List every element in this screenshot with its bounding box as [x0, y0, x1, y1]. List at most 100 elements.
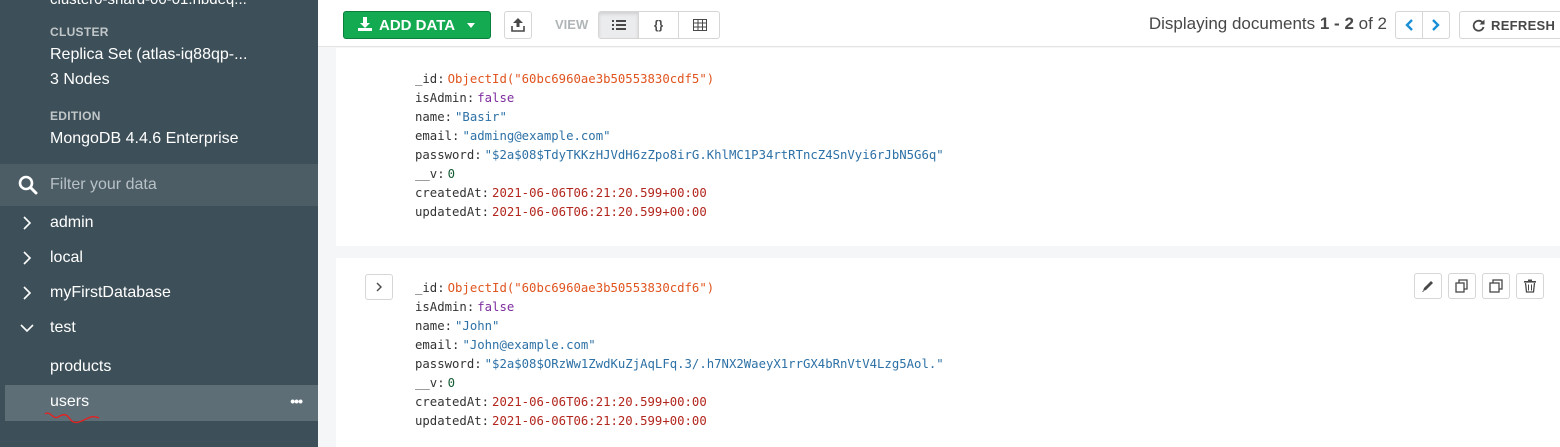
chevron-left-icon — [1405, 19, 1413, 31]
field-value: ObjectId("60bc6960ae3b50553830cdf6") — [447, 281, 715, 295]
document-field[interactable]: updatedAt: 2021-06-06T06:21:20.599+00:00 — [415, 412, 944, 431]
refresh-label: REFRESH — [1491, 18, 1556, 33]
view-switcher: {} — [598, 11, 720, 39]
copy-icon — [1455, 279, 1468, 293]
document-field[interactable]: _id: ObjectId("60bc6960ae3b50553830cdf6") — [415, 279, 944, 298]
document-card[interactable]: _id: ObjectId("60bc6960ae3b50553830cdf5")… — [336, 48, 1560, 246]
field-value: "Basir" — [455, 110, 507, 124]
displaying-prefix: Displaying documents — [1148, 14, 1320, 33]
sidebar-item-label: test — [50, 319, 76, 336]
caret-down-icon — [467, 23, 475, 28]
chevron-right-icon — [23, 216, 32, 230]
nodes-count: 3 Nodes — [50, 71, 110, 88]
sidebar-item-myfirstdatabase[interactable]: myFirstDatabase — [0, 277, 318, 311]
view-label: VIEW — [555, 17, 589, 32]
field-colon: : — [474, 357, 482, 371]
sidebar-item-test[interactable]: test — [0, 312, 318, 346]
prev-page-button[interactable] — [1395, 11, 1423, 39]
field-value: false — [477, 91, 515, 105]
delete-document-button[interactable] — [1516, 273, 1544, 299]
field-value: 0 — [447, 167, 456, 181]
field-value: 0 — [447, 376, 456, 390]
add-data-label: ADD DATA — [379, 17, 456, 34]
field-key: updatedAt — [415, 414, 482, 428]
edit-document-button[interactable] — [1414, 273, 1442, 299]
sidebar-item-local[interactable]: local — [0, 242, 318, 276]
field-colon: : — [444, 319, 453, 333]
sidebar-collection-products[interactable]: products — [0, 350, 318, 386]
pagination-summary: Displaying documents 1 - 2 of 2 — [1149, 14, 1387, 34]
main-panel: ADD DATA VIEW {} Displaying documents 1 … — [318, 0, 1560, 447]
document-field[interactable]: isAdmin: false — [415, 298, 944, 317]
table-view-icon — [692, 19, 707, 31]
document-field[interactable]: _id: ObjectId("60bc6960ae3b50553830cdf5") — [415, 70, 944, 89]
clone-icon — [1489, 279, 1503, 293]
field-colon: : — [481, 395, 490, 409]
document-field[interactable]: updatedAt: 2021-06-06T06:21:20.599+00:00 — [415, 203, 944, 222]
download-icon — [358, 17, 372, 31]
field-key: _id — [415, 72, 438, 86]
field-key: __v — [415, 167, 438, 181]
next-page-button[interactable] — [1422, 11, 1450, 39]
field-key: email — [415, 338, 453, 352]
expand-document-button[interactable] — [365, 274, 393, 300]
field-key: isAdmin — [415, 300, 467, 314]
field-colon: : — [452, 338, 460, 352]
field-key: createdAt — [415, 186, 482, 200]
chevron-down-icon — [20, 324, 34, 333]
filter-row — [0, 164, 318, 206]
document-field[interactable]: isAdmin: false — [415, 89, 944, 108]
document-card[interactable]: _id: ObjectId("60bc6960ae3b50553830cdf6")… — [336, 258, 1560, 447]
document-field[interactable]: createdAt: 2021-06-06T06:21:20.599+00:00 — [415, 184, 944, 203]
list-view-button[interactable] — [599, 12, 639, 38]
field-value: 2021-06-06T06:21:20.599+00:00 — [492, 395, 707, 409]
edition-label: EDITION — [50, 109, 101, 123]
trash-icon — [1524, 279, 1536, 293]
json-view-button[interactable]: {} — [639, 12, 679, 38]
document-field[interactable]: __v: 0 — [415, 374, 944, 393]
field-colon: : — [437, 281, 445, 295]
refresh-button[interactable]: REFRESH — [1459, 11, 1560, 39]
range-end: 2 — [1344, 14, 1354, 33]
export-collection-button[interactable] — [504, 11, 532, 39]
document-field[interactable]: name: "John" — [415, 317, 944, 336]
copy-document-button[interactable] — [1448, 273, 1476, 299]
field-value: "$2a$08$ORzWw1ZwdKuZjAqLFq.3/.h7NX2WaeyX… — [484, 357, 944, 371]
document-field[interactable]: email: "adming@example.com" — [415, 127, 944, 146]
chevron-right-icon — [1432, 19, 1440, 31]
field-key: __v — [415, 376, 438, 390]
document-fields: _id: ObjectId("60bc6960ae3b50553830cdf5")… — [415, 70, 944, 222]
field-colon: : — [437, 167, 445, 181]
sidebar: cluster0-shard-00-01.hbdeq... CLUSTER Re… — [0, 0, 318, 447]
field-key: password — [415, 357, 475, 371]
search-icon — [18, 175, 38, 195]
field-colon: : — [444, 110, 453, 124]
document-field[interactable]: email: "John@example.com" — [415, 336, 944, 355]
refresh-icon — [1472, 19, 1485, 32]
document-fields: _id: ObjectId("60bc6960ae3b50553830cdf6")… — [415, 279, 944, 431]
range-separator: - — [1329, 14, 1345, 33]
edition-value: MongoDB 4.4.6 Enterprise — [50, 130, 239, 147]
red-underline-annotation — [44, 412, 100, 424]
document-field[interactable]: password: "$2a$08$ORzWw1ZwdKuZjAqLFq.3/.h… — [415, 355, 944, 374]
document-field[interactable]: password: "$2a$08$TdyTKKzHJVdH6zZpo8irG.K… — [415, 146, 944, 165]
table-view-button[interactable] — [679, 12, 719, 38]
add-data-button[interactable]: ADD DATA — [343, 11, 491, 39]
field-value: "John" — [455, 319, 500, 333]
document-field[interactable]: __v: 0 — [415, 165, 944, 184]
pencil-icon — [1422, 281, 1433, 292]
filter-input[interactable] — [50, 173, 300, 197]
list-view-icon — [611, 20, 626, 30]
document-field[interactable]: name: "Basir" — [415, 108, 944, 127]
sidebar-collection-label: users — [50, 393, 90, 410]
field-value: "$2a$08$TdyTKKzHJVdH6zZpo8irG.KhlMC1P34r… — [484, 148, 944, 162]
field-key: createdAt — [415, 395, 482, 409]
document-field[interactable]: createdAt: 2021-06-06T06:21:20.599+00:00 — [415, 393, 944, 412]
clone-document-button[interactable] — [1482, 273, 1510, 299]
sidebar-collection-label: products — [50, 358, 112, 375]
field-colon: : — [452, 129, 460, 143]
collection-menu-button[interactable]: ••• — [290, 393, 303, 409]
cluster-value: Replica Set (atlas-iq88qp-... — [50, 46, 248, 63]
field-colon: : — [437, 72, 445, 86]
sidebar-item-admin[interactable]: admin — [0, 207, 318, 241]
